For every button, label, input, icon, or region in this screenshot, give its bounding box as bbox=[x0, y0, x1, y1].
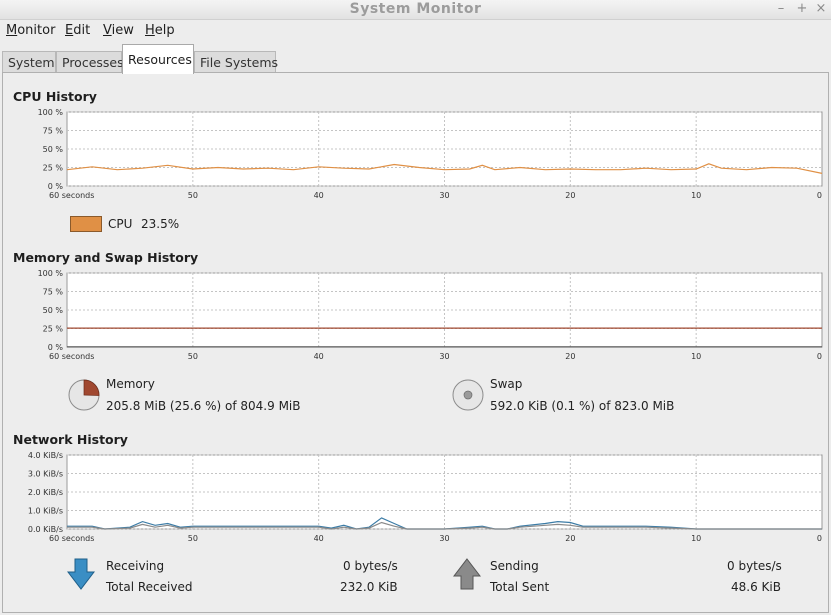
x-tick-label: 60 seconds bbox=[49, 534, 94, 543]
y-tick-label: 4.0 KiB/s bbox=[28, 451, 63, 460]
title-bar[interactable]: System Monitor – + × bbox=[0, 0, 831, 20]
receiving-arrow-icon[interactable] bbox=[67, 558, 95, 590]
y-tick-label: 1.0 KiB/s bbox=[28, 507, 63, 516]
swap-label: Swap bbox=[490, 377, 523, 391]
x-tick-label: 30 bbox=[439, 352, 449, 361]
x-tick-label: 10 bbox=[691, 534, 701, 543]
cpu-history-title: CPU History bbox=[13, 89, 97, 104]
x-tick-label: 30 bbox=[439, 191, 449, 200]
tab-file-systems[interactable]: File Systems bbox=[194, 51, 278, 73]
network-history-graph: 4.0 KiB/s 3.0 KiB/s 2.0 KiB/s 1.0 KiB/s 0.0 … bbox=[11, 451, 830, 551]
network-history-chart: 4.0 KiB/s 3.0 KiB/s 2.0 KiB/s 1.0 KiB/s 0.0 … bbox=[28, 451, 823, 543]
swap-pie-icon[interactable] bbox=[452, 379, 484, 411]
cpu-history-graph: 100 % 75 % 50 % 25 % 0 % 60 seconds 50 40 30 20 10… bbox=[11, 108, 830, 208]
memory-pie-icon[interactable] bbox=[68, 379, 100, 411]
x-tick-label: 10 bbox=[691, 191, 701, 200]
tab-bar: System Processes Resources File Systems bbox=[0, 44, 831, 74]
y-tick-label: 100 % bbox=[38, 108, 64, 117]
x-tick-label: 10 bbox=[691, 352, 701, 361]
receiving-label: Receiving bbox=[106, 559, 165, 573]
y-tick-label: 75 % bbox=[43, 127, 64, 136]
y-tick-label: 0 % bbox=[48, 343, 64, 352]
total-received-value: 232.0 KiB bbox=[340, 580, 398, 594]
x-tick-label: 0 bbox=[817, 534, 822, 543]
x-tick-label: 40 bbox=[314, 191, 324, 200]
x-tick-label: 30 bbox=[439, 534, 449, 543]
menu-help[interactable]: Help bbox=[145, 23, 175, 38]
y-tick-label: 50 % bbox=[43, 145, 64, 154]
x-tick-label: 20 bbox=[565, 352, 575, 361]
tab-resources[interactable]: Resources bbox=[122, 44, 194, 74]
sending-value: 0 bytes/s bbox=[727, 559, 782, 573]
tab-system[interactable]: System bbox=[2, 51, 56, 73]
total-sent-label: Total Sent bbox=[490, 580, 550, 594]
window-title: System Monitor bbox=[349, 1, 482, 17]
x-tick-label: 60 seconds bbox=[49, 191, 94, 200]
x-tick-label: 60 seconds bbox=[49, 352, 94, 361]
y-tick-label: 3.0 KiB/s bbox=[28, 470, 63, 479]
y-tick-label: 25 % bbox=[43, 325, 64, 334]
x-tick-label: 0 bbox=[817, 352, 822, 361]
y-tick-label: 75 % bbox=[43, 288, 64, 297]
minimize-button[interactable]: – bbox=[772, 1, 790, 19]
close-button[interactable]: × bbox=[812, 1, 830, 19]
menu-edit[interactable]: Edit bbox=[65, 23, 90, 38]
memory-swap-history-chart: 100 % 75 % 50 % 25 % 0 %60 seconds 50 40 30 20 10… bbox=[38, 269, 823, 361]
x-tick-label: 50 bbox=[188, 352, 198, 361]
maximize-button[interactable]: + bbox=[793, 1, 811, 19]
total-received-label: Total Received bbox=[106, 580, 193, 594]
y-tick-label: 0 % bbox=[48, 182, 64, 191]
memory-pie-wedge bbox=[83, 379, 100, 396]
x-tick-label: 0 bbox=[817, 191, 822, 200]
swap-value: 592.0 KiB (0.1 %) of 823.0 MiB bbox=[490, 399, 675, 413]
memory-swap-history-graph: 100 % 75 % 50 % 25 % 0 % 60 seconds 50 40 30 20 10… bbox=[11, 269, 830, 369]
y-tick-label: 25 % bbox=[43, 164, 64, 173]
y-tick-label: 50 % bbox=[43, 306, 64, 315]
x-tick-label: 20 bbox=[565, 191, 575, 200]
memory-label: Memory bbox=[106, 377, 155, 391]
cpu-label: CPU bbox=[108, 217, 133, 231]
memory-value: 205.8 MiB (25.6 %) of 804.9 MiB bbox=[106, 399, 301, 413]
total-sent-value: 48.6 KiB bbox=[731, 580, 781, 594]
menu-view[interactable]: View bbox=[103, 23, 134, 38]
memory-swap-history-title: Memory and Swap History bbox=[13, 250, 199, 265]
cpu-history-chart: 100 % 75 % 50 % 25 % 0 %60 seconds 50 40 30 20 10… bbox=[38, 108, 823, 200]
tab-processes[interactable]: Processes bbox=[56, 51, 124, 73]
menu-bar: Monitor Edit View Help bbox=[0, 21, 831, 43]
sending-arrow-icon[interactable] bbox=[453, 558, 481, 590]
y-tick-label: 100 % bbox=[38, 269, 64, 278]
y-tick-label: 2.0 KiB/s bbox=[28, 488, 63, 497]
x-tick-label: 50 bbox=[188, 191, 198, 200]
cpu-color-swatch[interactable] bbox=[70, 216, 102, 232]
x-tick-label: 50 bbox=[188, 534, 198, 543]
resources-panel: CPU History 100 % 75 % 50 % 25 % 0 % 60 secon… bbox=[2, 72, 829, 613]
network-history-title: Network History bbox=[13, 432, 128, 447]
y-tick-label: 0.0 KiB/s bbox=[28, 525, 63, 534]
menu-monitor[interactable]: Monitor bbox=[6, 23, 55, 38]
x-tick-label: 40 bbox=[314, 534, 324, 543]
sending-label: Sending bbox=[490, 559, 539, 573]
receiving-value: 0 bytes/s bbox=[343, 559, 398, 573]
cpu-value: 23.5% bbox=[141, 217, 180, 231]
x-tick-label: 40 bbox=[314, 352, 324, 361]
x-tick-label: 20 bbox=[565, 534, 575, 543]
